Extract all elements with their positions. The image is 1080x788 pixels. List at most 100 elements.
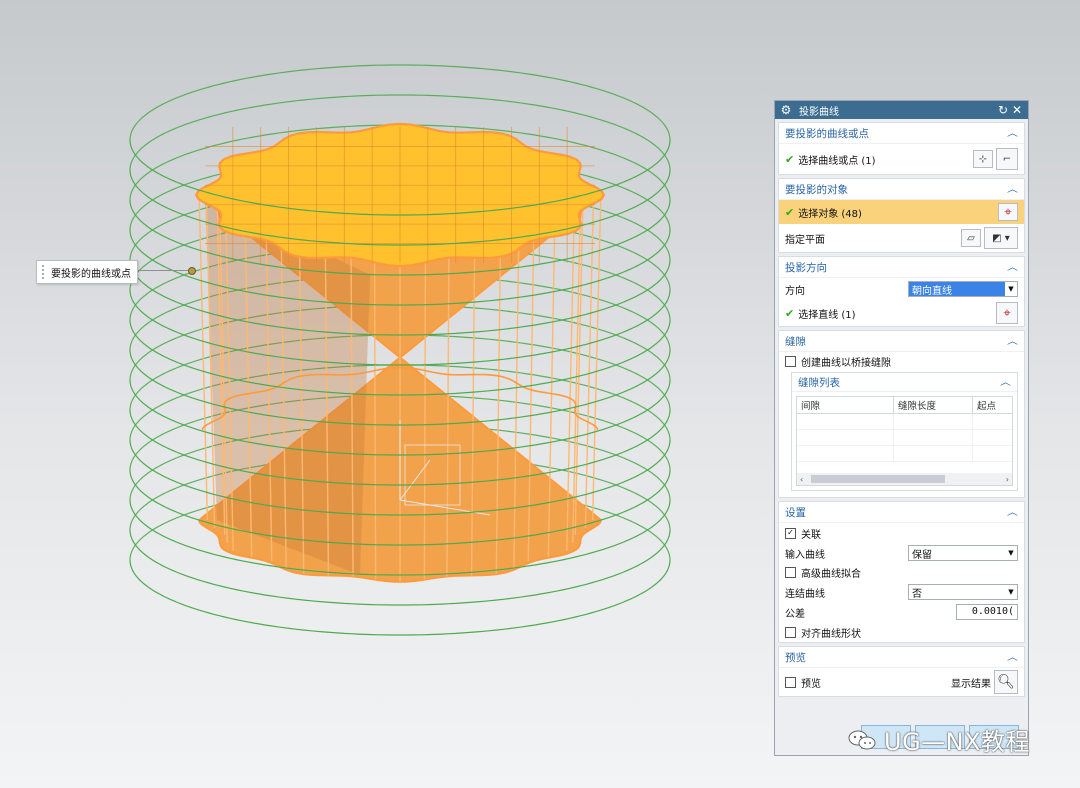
tolerance-label: 公差 [785,608,805,620]
dialog-titlebar[interactable]: ⚙ 投影曲线 ↻ ✕ [775,101,1028,119]
group-title: 预览 [785,651,806,664]
preview-checkbox[interactable] [785,676,796,688]
table-row[interactable] [797,414,1012,430]
advanced-fit-row[interactable]: 高级曲线拟合 [779,563,1024,582]
checkmark-icon: ✔ [785,306,795,320]
project-curve-dialog[interactable]: ⚙ 投影曲线 ↻ ✕ 要投影的曲线或点 ︿ ✔ 选择曲线或点 (1) ⊹ ⌐ 要… [774,100,1029,756]
plane-dropdown-icon[interactable]: ◩ ▾ [984,227,1018,249]
crosshair-icon[interactable]: ⌖ [996,302,1018,324]
callout-label: 要投影的曲线或点 [51,268,131,280]
input-curves-row: 输入曲线 保留 ▼ [779,543,1024,563]
column-header[interactable]: 间隙 [797,397,894,413]
watermark-text: UG—NX教程 [884,728,1031,756]
plane-dialog-icon[interactable]: ▱ [961,229,981,247]
gap-list-table[interactable]: 间隙 缝隙长度 起点 ‹ › [796,396,1013,486]
associative-checkbox[interactable]: ✓ [785,527,796,539]
select-line-row[interactable]: ✔ 选择直线 (1) ⌖ [779,300,1024,326]
reset-icon[interactable]: ↻ [996,103,1010,117]
advanced-fit-label: 高级曲线拟合 [801,569,861,580]
chevron-up-icon[interactable]: ︿ [1007,335,1018,348]
input-curves-select[interactable]: 保留 ▼ [908,545,1018,561]
group-projection-direction: 投影方向 ︿ 方向 朝向直线 ▼ ✔ 选择直线 (1) ⌖ [778,256,1025,327]
scroll-right-icon[interactable]: › [1006,475,1009,484]
specify-plane-row[interactable]: 指定平面 ▱ ◩ ▾ [779,224,1024,252]
chevron-up-icon[interactable]: ︿ [1007,127,1018,140]
group-header[interactable]: 缝隙 ︿ [779,331,1024,352]
drag-grip-icon[interactable] [41,264,45,280]
chevron-up-icon[interactable]: ︿ [1007,261,1018,274]
point-dialog-icon[interactable]: ⊹ [973,150,993,168]
group-title: 投影方向 [785,261,827,274]
chevron-down-icon[interactable]: ▼ [1005,588,1017,596]
subgroup-header[interactable]: 缝隙列表 ︿ [792,373,1017,392]
show-result-label: 显示结果 [951,678,991,690]
table-row[interactable] [797,430,1012,446]
horizontal-scrollbar[interactable]: ‹ › [797,473,1012,485]
table-row[interactable] [797,446,1012,462]
group-title: 要投影的曲线或点 [785,127,869,140]
gap-list-title: 缝隙列表 [798,376,840,389]
chevron-up-icon[interactable]: ︿ [1007,183,1018,196]
direction-label: 方向 [785,285,805,297]
chevron-down-icon[interactable]: ▼ [1005,549,1017,557]
select-curve-row[interactable]: ✔ 选择曲线或点 (1) ⊹ ⌐ [779,144,1024,174]
magnifier-icon[interactable]: 🔍︎ [994,670,1018,694]
group-title: 设置 [785,506,806,519]
group-header[interactable]: 设置 ︿ [779,502,1024,523]
direction-row: 方向 朝向直线 ▼ [779,278,1024,300]
align-shape-row[interactable]: 对齐曲线形状 [779,622,1024,642]
callout-anchor-point [188,267,196,275]
specify-plane-label: 指定平面 [785,234,825,246]
group-title: 要投影的对象 [785,183,848,196]
associative-label: 关联 [801,529,821,541]
group-header[interactable]: 预览 ︿ [779,647,1024,668]
group-header[interactable]: 要投影的对象 ︿ [779,179,1024,200]
crosshair-icon[interactable]: ⌖ [998,203,1018,221]
join-curves-value: 否 [912,588,922,600]
chevron-up-icon[interactable]: ︿ [1007,506,1018,519]
align-shape-label: 对齐曲线形状 [801,628,861,640]
create-bridge-label: 创建曲线以桥接缝隙 [801,357,891,369]
preview-row: 预览 显示结果 🔍︎ [779,668,1024,696]
table-header: 间隙 缝隙长度 起点 [797,397,1012,414]
chevron-down-icon[interactable]: ▼ [1005,285,1017,293]
face-grid-line [584,202,595,528]
graphics-viewport[interactable] [0,0,770,788]
group-header[interactable]: 要投影的曲线或点 ︿ [779,123,1024,144]
3d-model-scene[interactable] [0,0,770,788]
gear-icon[interactable]: ⚙ [779,103,793,117]
selection-callout[interactable]: 要投影的曲线或点 [36,260,138,284]
column-header[interactable]: 起点 [973,397,1012,413]
scroll-thumb[interactable] [811,475,945,483]
column-header[interactable]: 缝隙长度 [894,397,973,413]
create-bridge-row[interactable]: 创建曲线以桥接缝隙 [779,352,1024,370]
input-curves-label: 输入曲线 [785,549,825,561]
chevron-up-icon[interactable]: ︿ [1007,651,1018,664]
checkbox[interactable] [785,626,796,638]
gap-list-group: 缝隙列表 ︿ 间隙 缝隙长度 起点 ‹ › [791,372,1018,491]
chat-bubbles-icon [848,729,876,751]
tolerance-input[interactable]: 0.0010( [956,604,1018,620]
tolerance-row: 公差 0.0010( [779,602,1024,622]
watermark: UG—NX教程 [848,722,1030,757]
scroll-left-icon[interactable]: ‹ [800,475,803,484]
select-object-label: 选择对象 (48) [798,208,862,220]
close-icon[interactable]: ✕ [1010,103,1024,117]
join-curves-select[interactable]: 否 ▼ [908,584,1018,600]
join-curves-label: 连结曲线 [785,588,825,600]
dialog-title: 投影曲线 [799,106,839,118]
group-header[interactable]: 投影方向 ︿ [779,257,1024,278]
checkbox[interactable] [785,567,796,578]
select-line-label: 选择直线 (1) [798,309,856,321]
group-curves-to-project: 要投影的曲线或点 ︿ ✔ 选择曲线或点 (1) ⊹ ⌐ [778,122,1025,175]
checkbox[interactable] [785,355,796,367]
chevron-up-icon[interactable]: ︿ [1000,376,1011,389]
curve-rule-icon[interactable]: ⌐ [996,148,1018,170]
associative-row[interactable]: ✓ 关联 [779,523,1024,543]
group-preview: 预览 ︿ 预览 显示结果 🔍︎ [778,646,1025,697]
select-object-row[interactable]: ✔ 选择对象 (48) ⌖ [779,200,1024,224]
direction-select[interactable]: 朝向直线 ▼ [908,281,1018,297]
join-curves-row: 连结曲线 否 ▼ [779,582,1024,602]
direction-value: 朝向直线 [909,282,1005,297]
group-settings: 设置 ︿ ✓ 关联 输入曲线 保留 ▼ 高级曲线拟合 连结曲线 否 ▼ 公差 0… [778,501,1025,643]
